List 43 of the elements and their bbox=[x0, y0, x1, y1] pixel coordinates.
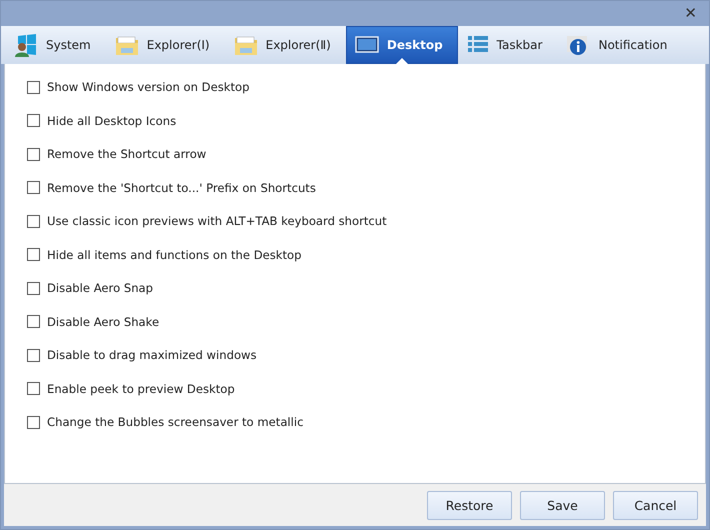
checkbox[interactable] bbox=[27, 382, 40, 395]
tab[interactable]: Explorer(Ⅱ) bbox=[224, 26, 346, 64]
tab[interactable]: Explorer(Ⅰ) bbox=[106, 26, 225, 64]
tab-label: Explorer(Ⅱ) bbox=[266, 38, 331, 52]
checkbox[interactable] bbox=[27, 80, 40, 94]
checkbox[interactable] bbox=[27, 114, 40, 127]
tab[interactable]: Taskbar bbox=[458, 26, 558, 64]
option-label: Use classic icon previews with ALT+TAB keyboard shortcut bbox=[47, 214, 387, 228]
tab-label: Explorer(Ⅰ) bbox=[146, 38, 210, 52]
tab-label: Desktop bbox=[386, 38, 443, 52]
dialog-button[interactable]: Restore bbox=[427, 490, 512, 520]
option-label: Enable peek to preview Desktop bbox=[47, 382, 235, 396]
checkbox[interactable] bbox=[27, 214, 40, 228]
checkbox[interactable] bbox=[27, 416, 40, 428]
tab[interactable]: Desktop bbox=[346, 26, 458, 64]
option-label: Change the Bubbles screensaver to metallic bbox=[47, 415, 304, 429]
tab-label: Taskbar bbox=[496, 38, 542, 52]
option-label: Hide all Desktop Icons bbox=[47, 114, 176, 128]
checkbox[interactable] bbox=[27, 282, 40, 294]
list-icon bbox=[466, 35, 489, 55]
checkbox[interactable] bbox=[27, 181, 40, 194]
tab[interactable]: Notification bbox=[557, 26, 682, 64]
folder-icon bbox=[234, 34, 258, 56]
checkbox[interactable] bbox=[27, 148, 40, 160]
tab[interactable]: System bbox=[5, 26, 106, 64]
monitor-icon bbox=[354, 36, 379, 54]
option-label: Show Windows version on Desktop bbox=[47, 80, 250, 94]
tab-label: System bbox=[46, 38, 91, 52]
windows-user-icon bbox=[14, 33, 38, 57]
dialog-button[interactable]: Cancel bbox=[613, 490, 698, 520]
option-label: Disable to drag maximized windows bbox=[47, 348, 257, 362]
option-label: Remove the Shortcut arrow bbox=[47, 147, 206, 161]
checkbox[interactable] bbox=[27, 315, 40, 328]
close-button[interactable]: ✕ bbox=[682, 6, 699, 21]
tab-label: Notification bbox=[598, 38, 668, 52]
option-label: Remove the 'Shortcut to...' Prefix on Shortcuts bbox=[47, 180, 316, 194]
checkbox[interactable] bbox=[27, 348, 40, 362]
option-label: Disable Aero Shake bbox=[47, 314, 160, 328]
folder-icon bbox=[114, 34, 139, 56]
dialog-button[interactable]: Save bbox=[520, 490, 605, 520]
option-label: Hide all items and functions on the Desktop bbox=[47, 248, 302, 262]
checkbox[interactable] bbox=[27, 248, 40, 261]
option-label: Disable Aero Snap bbox=[47, 281, 154, 295]
